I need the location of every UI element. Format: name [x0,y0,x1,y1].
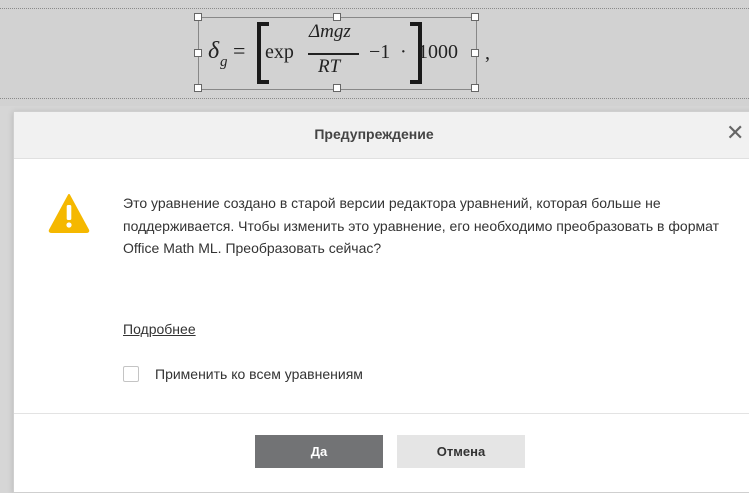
equation-content: δ g = exp Δmgz RT −1 · 1000 [199,18,476,89]
dialog-header: Предупреждение ✕ [14,112,749,159]
equation-object[interactable]: δ g = exp Δmgz RT −1 · 1000 [194,13,479,92]
warning-dialog: Предупреждение ✕ Это уравнение создано в… [13,111,749,493]
apply-all-label[interactable]: Применить ко всем уравнениям [155,366,363,382]
close-icon[interactable]: ✕ [726,122,744,144]
equation-thousand: 1000 [418,41,458,63]
dialog-footer-divider [14,413,749,414]
dialog-message: Это уравнение создано в старой версии ре… [123,195,719,256]
text-boundary-bottom [0,98,749,99]
cancel-button[interactable]: Отмена [397,435,525,468]
equation-dot: · [400,41,407,63]
apply-all-checkbox[interactable] [123,366,139,382]
dialog-title: Предупреждение [314,126,434,142]
equation-subscript: g [220,54,228,70]
equation-denominator: RT [318,56,341,77]
yes-button[interactable]: Да [255,435,383,468]
fraction-bar [308,53,359,55]
equation-exp: exp [265,41,294,63]
equation-numerator: Δmgz [309,21,351,42]
text-boundary-top [0,8,749,9]
equation-minus-one: −1 [369,41,391,63]
more-info-link[interactable]: Подробнее [123,321,196,337]
warning-triangle-icon [48,194,90,233]
equation-delta: δ [208,38,220,64]
equation-equals: = [233,38,246,63]
document-area: δ g = exp Δmgz RT −1 · 1000 , [0,0,749,106]
equation-trailing-comma: , [485,42,490,64]
